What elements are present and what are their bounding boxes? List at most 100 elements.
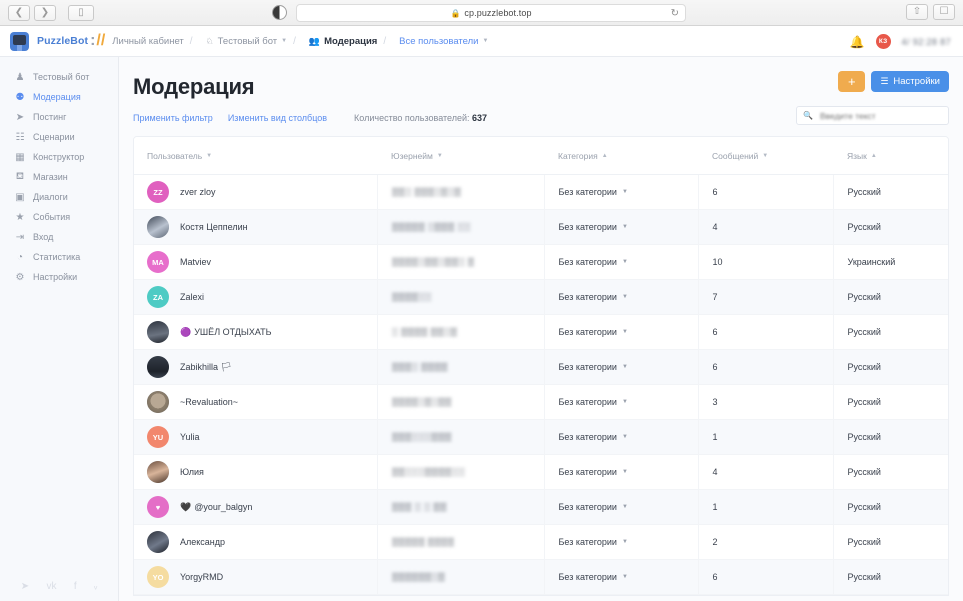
table-row[interactable]: YO YorgyRMD ▒▒▒▒▒▒░▒ Без категории ▼ 6 Русский bbox=[134, 559, 948, 595]
twitter-icon[interactable]: ᵥ bbox=[94, 581, 97, 592]
cell-user: ZA Zalexi bbox=[134, 279, 377, 315]
user-name: Zabikhilla 🏳 bbox=[180, 361, 232, 372]
column-header-3[interactable]: Категория ▲ bbox=[544, 137, 698, 175]
avatar[interactable] bbox=[147, 216, 169, 238]
url-bar[interactable]: 🔒 cp.puzzlebot.top ↻ bbox=[296, 4, 686, 22]
category-dropdown[interactable]: Без категории ▼ bbox=[559, 327, 628, 337]
change-columns-link[interactable]: Изменить вид столбцов bbox=[228, 113, 327, 123]
column-header-1[interactable]: Пользователь ▼ bbox=[134, 137, 377, 175]
table-row[interactable]: Юлия ▒▒░░░▒▒▒▒░░ Без категории ▼ 4 Русский bbox=[134, 454, 948, 490]
forward-icon[interactable]: ❯ bbox=[34, 4, 56, 21]
breadcrumb-all-users[interactable]: Все пользователи ▼ bbox=[399, 36, 488, 47]
messages-count: 10 bbox=[712, 257, 723, 267]
search-input[interactable] bbox=[817, 109, 942, 122]
sidebar-item-3[interactable]: ➤ Постинг bbox=[0, 107, 118, 127]
avatar[interactable]: ZA bbox=[147, 286, 169, 308]
avatar[interactable]: MA bbox=[147, 251, 169, 273]
sidebar-item-4[interactable]: ☷ Сценарии bbox=[0, 127, 118, 147]
category-dropdown[interactable]: Без категории ▼ bbox=[559, 362, 628, 372]
category-dropdown[interactable]: Без категории ▼ bbox=[559, 222, 628, 232]
settings-button[interactable]: ☰ Настройки bbox=[871, 71, 949, 92]
share-icon[interactable]: ⇧ bbox=[906, 4, 928, 20]
breadcrumb-personal-cabinet[interactable]: Личный кабинет bbox=[112, 36, 183, 47]
messages-count: 7 bbox=[712, 292, 718, 302]
vk-icon[interactable]: vk bbox=[46, 581, 56, 592]
sidebar-item-6[interactable]: ⛾ Магазин bbox=[0, 167, 118, 187]
header-right-cluster: 🔔 КЗ 4/ 92:28 87 bbox=[850, 26, 951, 57]
category-dropdown[interactable]: Без категории ▼ bbox=[559, 502, 628, 512]
sidebar-item-1[interactable]: ♟ Тестовый бот bbox=[0, 67, 118, 87]
table-row[interactable]: ♥ 🖤 @your_balgyn ▒▒▒ ░ ░ ▒▒ Без категории ▼ 1 Р… bbox=[134, 489, 948, 525]
category-dropdown[interactable]: Без категории ▼ bbox=[559, 187, 628, 197]
category-dropdown[interactable]: Без категории ▼ bbox=[559, 292, 628, 302]
chat-icon: ▣ bbox=[15, 191, 25, 203]
add-user-button[interactable]: + bbox=[838, 71, 866, 92]
sidebar-item-9[interactable]: ⇥ Вход bbox=[0, 227, 118, 247]
search-box[interactable]: 🔍 bbox=[796, 106, 949, 125]
sort-arrow-icon: ▼ bbox=[206, 153, 213, 159]
user-name: ~Revaluation~ bbox=[180, 397, 239, 407]
column-header-2[interactable]: Юзернейм ▼ bbox=[377, 137, 544, 175]
users-icon: ⚉ bbox=[15, 91, 25, 103]
breadcrumb-moderation[interactable]: 👥 Модерация bbox=[309, 36, 377, 47]
category-dropdown[interactable]: Без категории ▼ bbox=[559, 257, 628, 267]
messages-count: 1 bbox=[712, 432, 718, 442]
theme-toggle-icon[interactable] bbox=[272, 5, 287, 20]
table-row[interactable]: ~Revaluation~ ▒▒▒▒░▒░▒▒ Без категории ▼ 3 Рус… bbox=[134, 384, 948, 420]
sidebar-toggle-icon[interactable]: ▯ bbox=[68, 4, 94, 21]
table-row[interactable]: Александр ▒▒▒▒▒ ▒▒▒▒ Без категории ▼ 2 Русски… bbox=[134, 524, 948, 560]
avatar[interactable] bbox=[147, 391, 169, 413]
table-body: ZZ zver zloy ▒▒░ ▒▒▒░▒░▒ Без категории ▼ 6 Рус… bbox=[134, 174, 948, 595]
sidebar-item-2[interactable]: ⚉ Модерация bbox=[0, 87, 118, 107]
avatar[interactable]: КЗ bbox=[875, 34, 891, 49]
avatar[interactable]: ♥ bbox=[147, 496, 169, 518]
bell-icon[interactable]: 🔔 bbox=[850, 35, 865, 49]
tabs-icon[interactable]: ☐ bbox=[933, 4, 955, 20]
reload-icon[interactable]: ↻ bbox=[671, 8, 679, 19]
sidebar-item-8[interactable]: ★ События bbox=[0, 207, 118, 227]
table-row[interactable]: Zabikhilla 🏳 ▒▒▒░ ▒▒▒▒ Без категории ▼ 6 Русс… bbox=[134, 349, 948, 385]
cell-messages: 4 bbox=[697, 209, 833, 245]
apply-filter-link[interactable]: Применить фильтр bbox=[133, 113, 213, 123]
nickname-value: ▒▒▒▒▒ ▒▒▒▒ bbox=[391, 537, 455, 547]
telegram-icon[interactable]: ➤ bbox=[21, 581, 29, 592]
cell-language: Русский bbox=[832, 524, 948, 560]
category-dropdown[interactable]: Без категории ▼ bbox=[559, 432, 628, 442]
cell-user: ZZ zver zloy bbox=[134, 174, 377, 210]
sidebar-item-11[interactable]: ⚙ Настройки bbox=[0, 267, 118, 287]
column-header-label: Сообщений bbox=[712, 151, 759, 161]
column-header-5[interactable]: Язык ▲ bbox=[833, 137, 948, 175]
avatar[interactable] bbox=[147, 356, 169, 378]
brand-name[interactable]: PuzzleBot bbox=[37, 35, 88, 47]
table-row[interactable]: ZZ zver zloy ▒▒░ ▒▒▒░▒░▒ Без категории ▼ 6 Рус… bbox=[134, 174, 948, 210]
avatar[interactable]: YO bbox=[147, 566, 169, 588]
column-header-4[interactable]: Сообщений ▼ bbox=[698, 137, 833, 175]
avatar[interactable]: ZZ bbox=[147, 181, 169, 203]
category-dropdown[interactable]: Без категории ▼ bbox=[559, 397, 628, 407]
avatar[interactable] bbox=[147, 321, 169, 343]
table-row[interactable]: Костя Цеппелин ▒▒▒▒▒ ░▒▒▒ ░░ Без категории… bbox=[134, 209, 948, 245]
category-dropdown[interactable]: Без категории ▼ bbox=[559, 537, 628, 547]
table-row[interactable]: 🟣 УШЁЛ ОТДЫХАТЬ ░ ▒▒▒▒ ▒▒░▒ Без категории ▼ 6… bbox=[134, 314, 948, 350]
avatar[interactable]: YU bbox=[147, 426, 169, 448]
avatar[interactable] bbox=[147, 531, 169, 553]
sidebar-item-10[interactable]: ◔ Статистика bbox=[0, 247, 118, 267]
sidebar-item-5[interactable]: ▦ Конструктор bbox=[0, 147, 118, 167]
category-dropdown[interactable]: Без категории ▼ bbox=[559, 572, 628, 582]
facebook-icon[interactable]: f bbox=[74, 581, 77, 592]
avatar[interactable] bbox=[147, 461, 169, 483]
sidebar-item-label: Диалоги bbox=[33, 192, 68, 202]
nickname-value: ▒▒▒▒░░ bbox=[391, 292, 432, 302]
table-row[interactable]: ZA Zalexi ▒▒▒▒░░ Без категории ▼ 7 Русский bbox=[134, 279, 948, 315]
cell-category: Без категории ▼ bbox=[543, 454, 698, 490]
sidebar-item-7[interactable]: ▣ Диалоги bbox=[0, 187, 118, 207]
category-dropdown[interactable]: Без категории ▼ bbox=[559, 467, 628, 477]
cell-user: YU Yulia bbox=[134, 419, 377, 455]
puzzlebot-logo-icon[interactable] bbox=[10, 31, 29, 51]
table-row[interactable]: YU Yulia ▒▒▒░░░▒▒▒ Без категории ▼ 1 Русский bbox=[134, 419, 948, 455]
table-row[interactable]: MA Matviev ▒▒▒▒░▒▒░▒▒░ ▒ Без категории ▼ 10 Ук… bbox=[134, 244, 948, 280]
chevron-down-icon: ▼ bbox=[621, 259, 628, 265]
column-header-label: Категория bbox=[558, 151, 598, 161]
breadcrumb-test-bot[interactable]: ♘ Тестовый бот ▼ bbox=[206, 36, 288, 47]
back-icon[interactable]: ❮ bbox=[8, 4, 30, 21]
